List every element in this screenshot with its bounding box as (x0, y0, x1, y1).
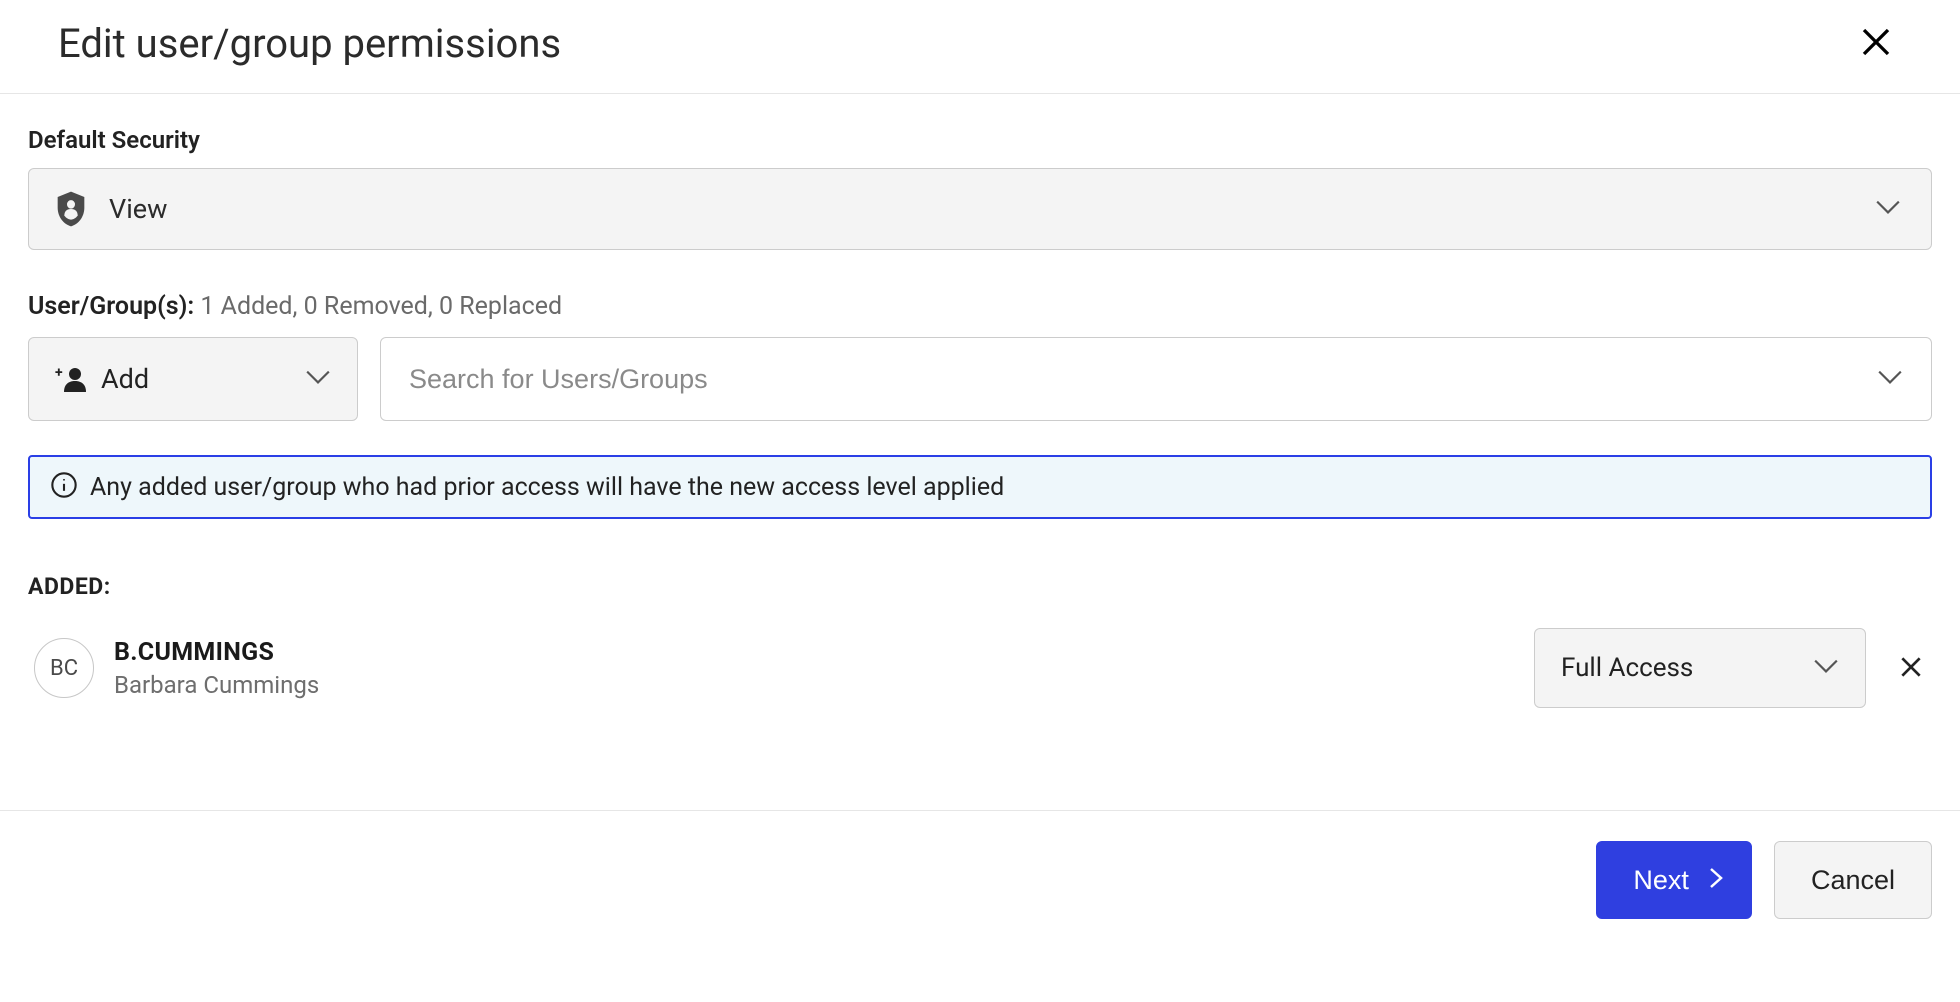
added-heading: ADDED: (28, 573, 1932, 600)
close-icon (1860, 46, 1892, 61)
dialog-footer: Next Cancel (0, 810, 1960, 919)
default-security-value: View (109, 193, 1875, 225)
user-group-summary: User/Group(s): 1 Added, 0 Removed, 0 Rep… (28, 292, 1932, 321)
cancel-button[interactable]: Cancel (1774, 841, 1932, 919)
search-field[interactable] (380, 337, 1932, 421)
add-user-icon: + (53, 362, 93, 396)
add-search-row: + Add (28, 337, 1932, 421)
user-id: B.CUMMINGS (114, 638, 1534, 667)
chevron-down-icon (305, 369, 331, 389)
added-user-row: BC B.CUMMINGS Barbara Cummings Full Acce… (28, 628, 1932, 708)
next-button[interactable]: Next (1596, 841, 1752, 919)
chevron-down-icon (1875, 199, 1901, 219)
close-button[interactable] (1852, 18, 1900, 69)
add-button[interactable]: + Add (28, 337, 358, 421)
user-group-count: 1 Added, 0 Removed, 0 Replaced (200, 292, 562, 321)
search-input[interactable] (409, 364, 1877, 395)
avatar: BC (34, 638, 94, 698)
chevron-right-icon (1709, 865, 1723, 896)
next-button-label: Next (1633, 865, 1689, 896)
user-full-name: Barbara Cummings (114, 671, 1534, 699)
close-icon (1898, 668, 1924, 683)
user-text: B.CUMMINGS Barbara Cummings (114, 638, 1534, 699)
chevron-down-icon (1877, 369, 1903, 389)
access-level-value: Full Access (1561, 653, 1813, 683)
dialog-title: Edit user/group permissions (58, 20, 561, 67)
default-security-label: Default Security (28, 126, 1932, 154)
svg-text:+: + (55, 365, 63, 381)
dialog-header: Edit user/group permissions (0, 0, 1960, 94)
dialog-body: Default Security View User/Group(s): 1 A… (0, 94, 1960, 708)
add-button-label: Add (101, 363, 305, 395)
cancel-button-label: Cancel (1811, 865, 1895, 896)
info-icon (50, 471, 78, 503)
remove-user-button[interactable] (1890, 646, 1932, 691)
user-group-label: User/Group(s): (28, 292, 194, 321)
access-level-select[interactable]: Full Access (1534, 628, 1866, 708)
info-text: Any added user/group who had prior acces… (90, 473, 1004, 502)
chevron-down-icon (1813, 658, 1839, 678)
default-security-select[interactable]: View (28, 168, 1932, 250)
shield-icon (53, 189, 89, 229)
info-banner: Any added user/group who had prior acces… (28, 455, 1932, 519)
